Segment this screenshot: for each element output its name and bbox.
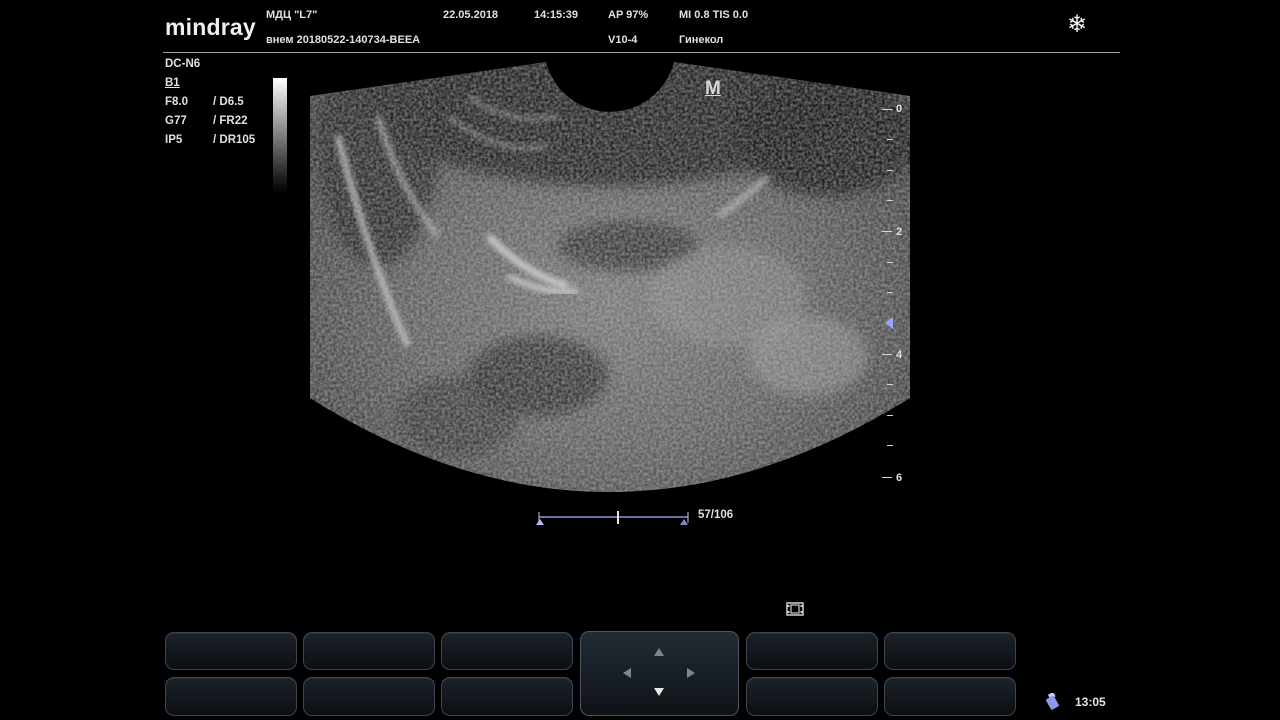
depth-label-4: 4 [896,349,903,361]
depth-tick [887,415,893,416]
softkey-bottom-5[interactable] [884,677,1016,716]
depth-tick [882,477,892,478]
probe-name: V10-4 [608,34,638,46]
mi-tis-readout: MI 0.8 TIS 0.0 [679,9,749,21]
system-model: DC-N6 [165,58,201,70]
softkey-top-1[interactable] [165,632,297,670]
orientation-marker: M [705,78,721,99]
ultrasound-image[interactable] [308,56,912,508]
depth-tick [887,170,893,171]
arrow-down-icon[interactable] [654,688,664,696]
softkey-top-2[interactable] [303,632,435,670]
cine-frame-cursor[interactable] [617,511,620,524]
acoustic-power: AP 97% [608,9,649,21]
softkey-top-3[interactable] [441,632,573,670]
frame-rate-value: / FR22 [213,115,248,127]
header-divider [163,52,1120,53]
image-process-value: IP5 [165,134,183,146]
depth-label-0: 0 [896,103,903,115]
usb-drive-icon [1045,691,1061,711]
depth-tick [882,231,892,232]
snowflake-icon: ❄ [1067,11,1088,38]
depth-label-2: 2 [896,226,903,238]
depth-tick [887,262,893,263]
system-clock: 13:05 [1075,695,1106,709]
depth-tick [887,200,893,201]
depth-tick [887,445,893,446]
softkey-top-5[interactable] [884,632,1016,670]
softkey-bottom-2[interactable] [303,677,435,716]
depth-tick [887,139,893,140]
depth-label-6: 6 [896,472,903,484]
navigation-pad[interactable] [580,631,739,716]
arrow-up-icon[interactable] [654,648,664,656]
frequency-value: F8.0 [165,96,189,108]
sector-scan [310,62,910,492]
gain-value: G77 [165,115,187,127]
exam-date: 22.05.2018 [443,9,499,21]
cine-review-bar[interactable] [536,509,691,527]
softkey-bottom-1[interactable] [165,677,297,716]
exam-time: 14:15:39 [534,9,579,21]
exam-preset: Гинекол [679,34,724,46]
grayscale-bar [273,78,287,193]
cine-frame-counter: 57/106 [698,509,734,521]
depth-tick [882,109,892,110]
arrow-left-icon[interactable] [623,668,631,678]
film-clip-icon[interactable] [786,601,804,617]
image-mode: B1 [165,77,180,89]
softkey-bottom-4[interactable] [746,677,878,716]
focus-position-marker[interactable] [885,317,893,329]
brand-logo: mindray [165,14,256,40]
depth-tick [887,384,893,385]
softkey-top-4[interactable] [746,632,878,670]
clinic-name: МДЦ "L7" [266,9,318,21]
depth-value: / D6.5 [213,96,244,108]
softkey-bottom-3[interactable] [441,677,573,716]
dynamic-range-value: / DR105 [213,134,256,146]
depth-tick [882,354,892,355]
depth-tick [887,292,893,293]
depth-scale: 0 2 4 6 [878,100,908,490]
arrow-right-icon[interactable] [687,668,695,678]
patient-id: внем 20180522-140734-BEEA [266,34,421,46]
